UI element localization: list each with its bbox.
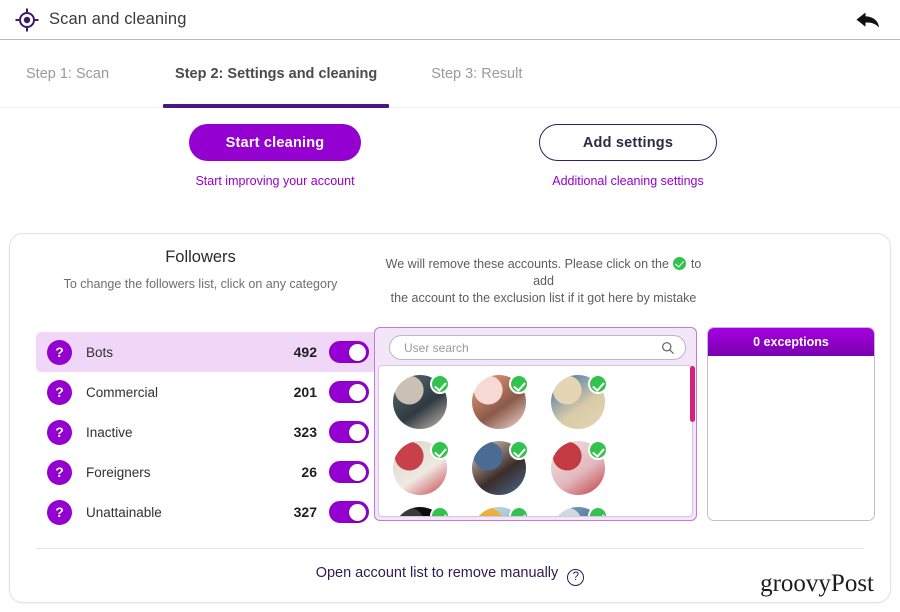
category-label: Bots <box>86 344 114 360</box>
category-count: 201 <box>293 384 317 400</box>
accounts-panel <box>374 327 697 521</box>
search-input[interactable] <box>404 340 661 355</box>
toggle-knob <box>349 343 366 361</box>
add-settings-group: Add settings Additional cleaning setting… <box>539 124 717 188</box>
account-avatar-cell[interactable] <box>551 506 608 516</box>
followers-category-list: ? Bots 492 ? Commercial 201 ? Inactive 3… <box>36 332 377 532</box>
toggle-knob <box>349 503 366 521</box>
search-box[interactable] <box>389 335 686 360</box>
category-row-unattainable[interactable]: ? Unattainable 327 <box>36 492 377 532</box>
category-label: Inactive <box>86 424 133 440</box>
category-toggle[interactable] <box>329 341 369 363</box>
toggle-knob <box>349 423 366 441</box>
scan-and-cleaning-app: Scan and cleaning Step 1: Scan Step 2: S… <box>0 0 900 612</box>
toggle-knob <box>349 463 366 481</box>
category-row-commercial[interactable]: ? Commercial 201 <box>36 372 377 412</box>
category-row-foreigners[interactable]: ? Foreigners 26 <box>36 452 377 492</box>
question-circle-icon[interactable]: ? <box>567 569 585 586</box>
exceptions-panel: 0 exceptions <box>707 327 875 521</box>
question-badge-icon[interactable]: ? <box>47 379 72 405</box>
account-avatar-cell[interactable] <box>472 440 529 495</box>
account-avatar-cell[interactable] <box>472 374 529 429</box>
accounts-scrollbar[interactable] <box>690 366 695 422</box>
removal-note-line-3: the account to the exclusion list if it … <box>390 291 697 305</box>
account-avatar-cell[interactable] <box>393 506 450 516</box>
category-toggle[interactable] <box>329 501 369 523</box>
start-cleaning-button[interactable]: Start cleaning <box>189 124 361 161</box>
add-settings-button[interactable]: Add settings <box>539 124 717 161</box>
check-circle-icon <box>673 257 687 270</box>
account-avatar-cell[interactable] <box>472 506 529 516</box>
check-circle-icon[interactable] <box>588 440 608 460</box>
tab-step-1[interactable]: Step 1: Scan <box>14 40 121 108</box>
followers-title: Followers <box>165 248 236 266</box>
removal-note-line-1: We will remove these accounts. Please cl… <box>385 257 669 271</box>
card-divider <box>36 548 864 549</box>
removal-note: We will remove these accounts. Please cl… <box>376 256 711 307</box>
check-circle-icon[interactable] <box>588 374 608 394</box>
tab-step-1-label: Step 1: Scan <box>26 65 110 82</box>
crosshair-target-icon <box>15 8 39 31</box>
check-circle-icon[interactable] <box>588 506 608 516</box>
step-tabs: Step 1: Scan Step 2: Settings and cleani… <box>0 40 900 108</box>
category-toggle[interactable] <box>329 461 369 483</box>
category-row-inactive[interactable]: ? Inactive 323 <box>36 412 377 452</box>
tab-step-3-label: Step 3: Result <box>431 65 523 82</box>
category-count: 492 <box>293 344 317 360</box>
check-circle-icon[interactable] <box>430 440 450 460</box>
search-icon[interactable] <box>661 341 675 355</box>
exceptions-body[interactable] <box>708 356 874 520</box>
back-arrow-icon[interactable] <box>854 8 882 32</box>
toggle-knob <box>349 383 366 401</box>
category-count: 323 <box>293 424 317 440</box>
category-toggle[interactable] <box>329 421 369 443</box>
category-row-bots[interactable]: ? Bots 492 <box>36 332 377 372</box>
check-circle-icon[interactable] <box>509 374 529 394</box>
category-toggle[interactable] <box>329 381 369 403</box>
category-label: Commercial <box>86 384 159 400</box>
start-cleaning-caption: Start improving your account <box>195 174 355 188</box>
category-label: Unattainable <box>86 504 162 520</box>
groovypost-watermark: groovyPost <box>760 570 874 597</box>
followers-subtitle: To change the followers list, click on a… <box>63 277 338 291</box>
account-avatar-cell[interactable] <box>551 440 608 495</box>
followers-header: Followers To change the followers list, … <box>28 248 373 291</box>
check-circle-icon[interactable] <box>509 506 529 516</box>
start-cleaning-group: Start cleaning Start improving your acco… <box>189 124 361 188</box>
titlebar: Scan and cleaning <box>0 0 900 40</box>
tab-step-3[interactable]: Step 3: Result <box>419 40 534 108</box>
account-avatar-cell[interactable] <box>393 440 450 495</box>
search-wrapper <box>375 328 696 364</box>
exceptions-header: 0 exceptions <box>708 328 874 356</box>
window-title: Scan and cleaning <box>49 10 187 28</box>
check-circle-icon[interactable] <box>509 440 529 460</box>
check-circle-icon[interactable] <box>430 374 450 394</box>
account-avatar-cell[interactable] <box>551 374 608 429</box>
check-circle-icon[interactable] <box>430 506 450 516</box>
category-count: 327 <box>293 504 317 520</box>
action-buttons: Start cleaning Start improving your acco… <box>0 108 900 213</box>
category-label: Foreigners <box>86 464 151 480</box>
account-avatar-cell[interactable] <box>393 374 450 429</box>
question-badge-icon[interactable]: ? <box>47 499 72 525</box>
open-account-list-link[interactable]: Open account list to remove manually ? <box>10 565 890 586</box>
card-headers: Followers To change the followers list, … <box>10 234 890 305</box>
tab-step-2-label: Step 2: Settings and cleaning <box>175 65 378 82</box>
question-badge-icon[interactable]: ? <box>47 419 72 445</box>
accounts-grid-wrapper[interactable] <box>378 365 693 517</box>
open-account-list-label: Open account list to remove manually <box>315 565 559 581</box>
question-badge-icon[interactable]: ? <box>47 339 72 365</box>
tab-step-2[interactable]: Step 2: Settings and cleaning <box>163 40 390 108</box>
category-count: 26 <box>301 464 317 480</box>
add-settings-caption: Additional cleaning settings <box>552 174 704 188</box>
accounts-grid <box>379 366 692 516</box>
question-badge-icon[interactable]: ? <box>47 459 72 485</box>
